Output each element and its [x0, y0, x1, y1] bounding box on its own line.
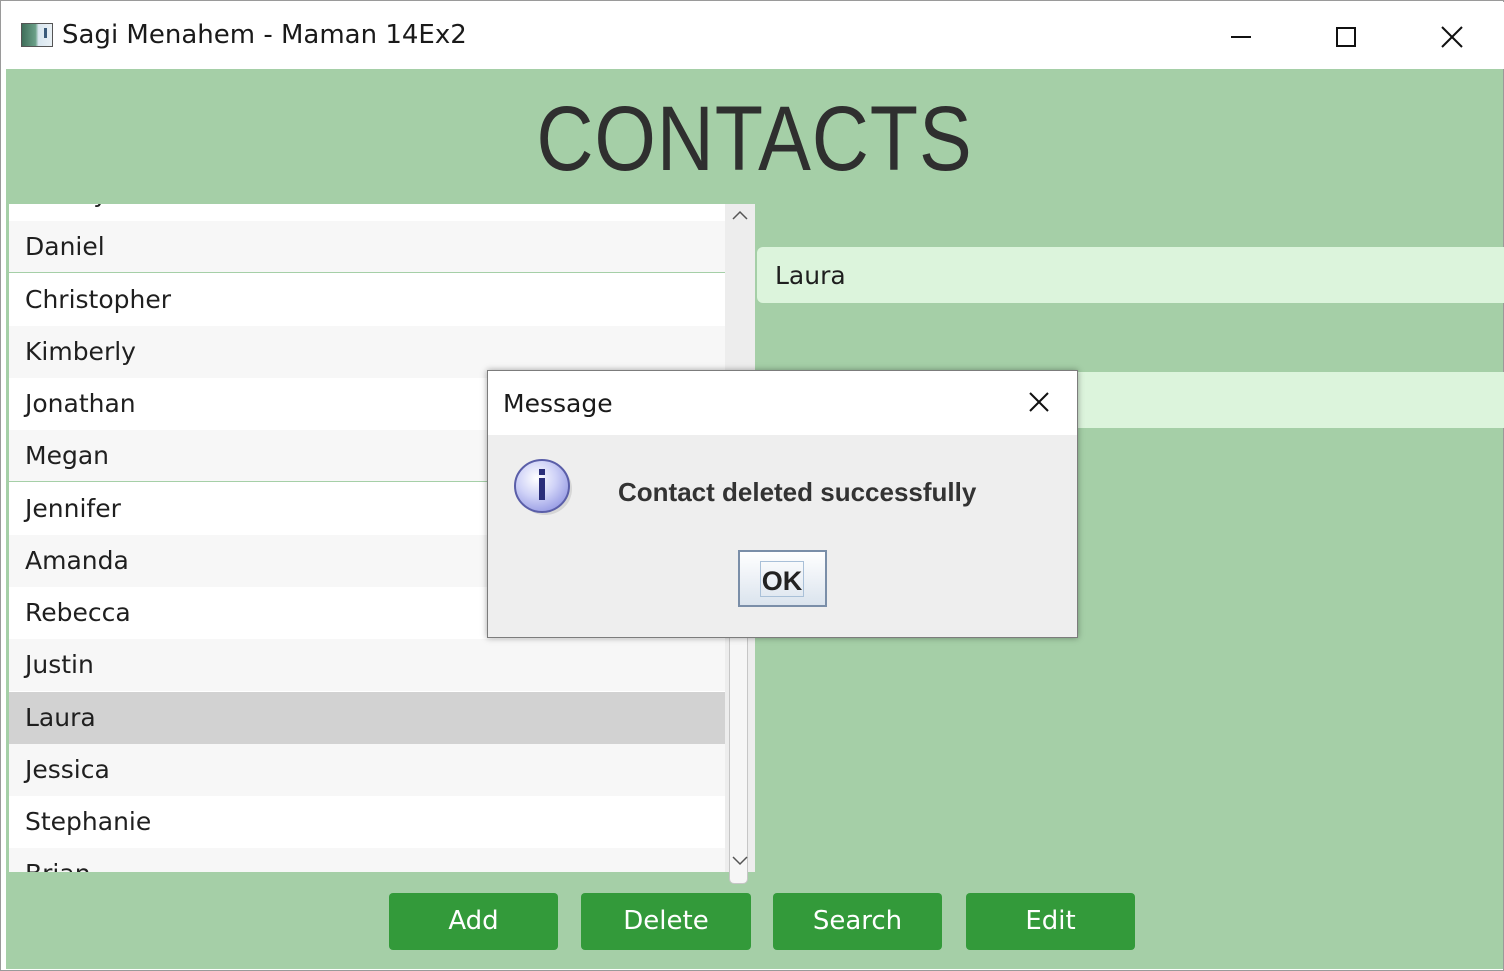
title-bar[interactable]: Sagi Menahem - Maman 14Ex2	[6, 2, 1504, 69]
scroll-up-button[interactable]	[725, 204, 755, 228]
dialog-title: Message	[503, 389, 613, 418]
dialog-close-button[interactable]	[1012, 383, 1068, 423]
scroll-down-button[interactable]	[725, 848, 755, 872]
page-title: CONTACTS	[536, 88, 973, 190]
minimize-icon	[1231, 36, 1251, 38]
dialog-title-bar[interactable]: Message	[488, 371, 1077, 435]
name-field[interactable]: Laura	[757, 247, 1504, 303]
minimize-button[interactable]	[1189, 2, 1293, 69]
close-button[interactable]	[1399, 2, 1503, 69]
chevron-down-icon	[732, 856, 748, 866]
maximize-icon	[1336, 27, 1356, 47]
list-item[interactable]: Brian	[9, 848, 725, 872]
chevron-up-icon	[732, 210, 748, 220]
ok-button[interactable]: OK	[738, 550, 827, 607]
message-dialog: Message Contact deleted successfully OK	[487, 370, 1078, 638]
list-item[interactable]: Stephanie	[9, 796, 725, 848]
delete-button[interactable]: Delete	[581, 893, 751, 950]
search-button[interactable]: Search	[773, 893, 942, 950]
close-icon	[1029, 392, 1049, 412]
edit-button[interactable]: Edit	[966, 893, 1135, 950]
ok-button-label: OK	[760, 561, 804, 597]
close-icon	[1441, 26, 1463, 48]
list-item[interactable]: Jessica	[9, 744, 725, 796]
info-icon	[512, 456, 572, 516]
add-button[interactable]: Add	[389, 893, 558, 950]
maximize-button[interactable]	[1294, 2, 1398, 69]
list-item[interactable]: Daniel	[9, 221, 725, 273]
list-item-selected[interactable]: Laura	[9, 692, 725, 744]
app-window: Sagi Menahem - Maman 14Ex2 CONTACTS Ashl…	[0, 0, 1504, 971]
java-app-icon	[21, 23, 53, 47]
list-item[interactable]: Justin	[9, 639, 725, 691]
list-item[interactable]: Christopher	[9, 274, 725, 326]
window-title: Sagi Menahem - Maman 14Ex2	[62, 20, 467, 50]
list-item[interactable]: Ashley	[9, 204, 725, 220]
dialog-message: Contact deleted successfully	[618, 477, 977, 507]
